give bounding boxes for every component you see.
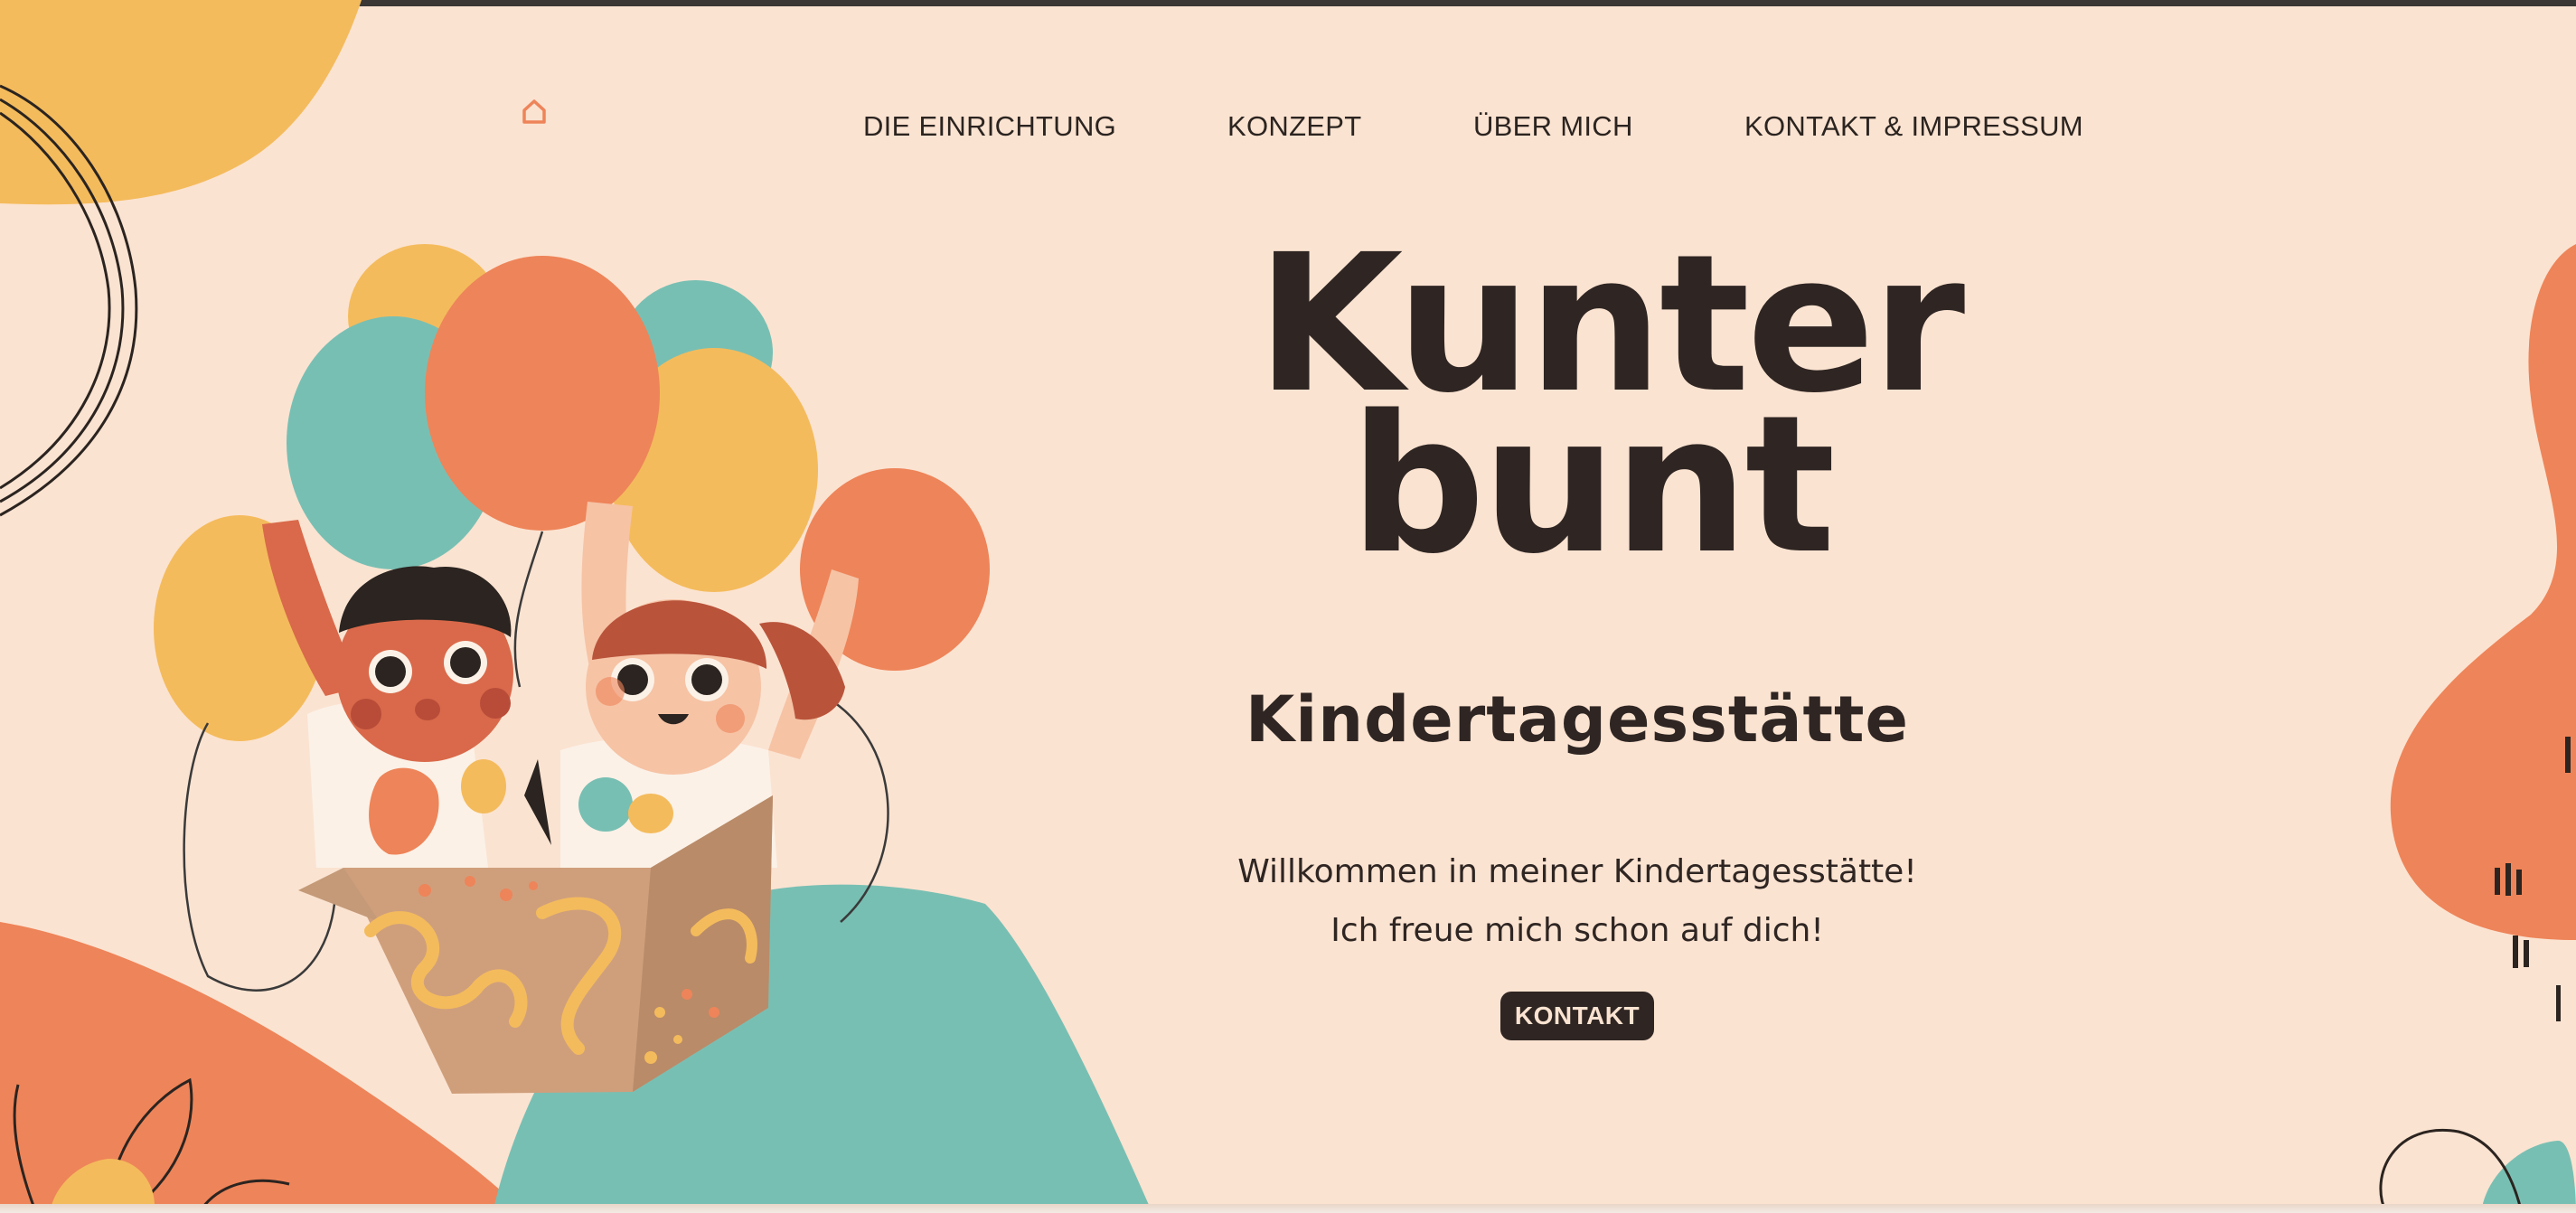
- balloon-orange-center: [425, 256, 660, 531]
- hero-subtitle: Kindertagesstätte: [1246, 682, 1909, 757]
- welcome-text: Willkommen in meiner Kindertagesstätte! …: [1125, 842, 2029, 960]
- background-illustration: [0, 0, 2576, 1213]
- page-bottom-edge: [0, 1204, 2576, 1213]
- nav-item-einrichtung[interactable]: DIE EINRICHTUNG: [863, 107, 1116, 146]
- welcome-line-2: Ich freue mich schon auf dich!: [1330, 912, 1824, 949]
- main-navigation: DIE EINRICHTUNG KONZEPT ÜBER MICH KONTAK…: [0, 107, 2576, 146]
- nav-item-konzept[interactable]: KONZEPT: [1227, 107, 1362, 146]
- hero-title: Kunter bunt: [1202, 230, 2016, 580]
- page: DIE EINRICHTUNG KONZEPT ÜBER MICH KONTAK…: [0, 0, 2576, 1213]
- yellow-blob-top-left: [0, 0, 362, 205]
- orange-blob-right: [2390, 244, 2576, 940]
- kontakt-button[interactable]: KONTAKT: [1500, 992, 1654, 1040]
- teal-leaf-bottom-right: [2481, 1141, 2576, 1213]
- nav-item-ueber-mich[interactable]: ÜBER MICH: [1473, 107, 1633, 146]
- nav-item-kontakt-impressum[interactable]: KONTAKT & IMPRESSUM: [1744, 107, 2083, 146]
- welcome-line-1: Willkommen in meiner Kindertagesstätte!: [1237, 853, 1917, 890]
